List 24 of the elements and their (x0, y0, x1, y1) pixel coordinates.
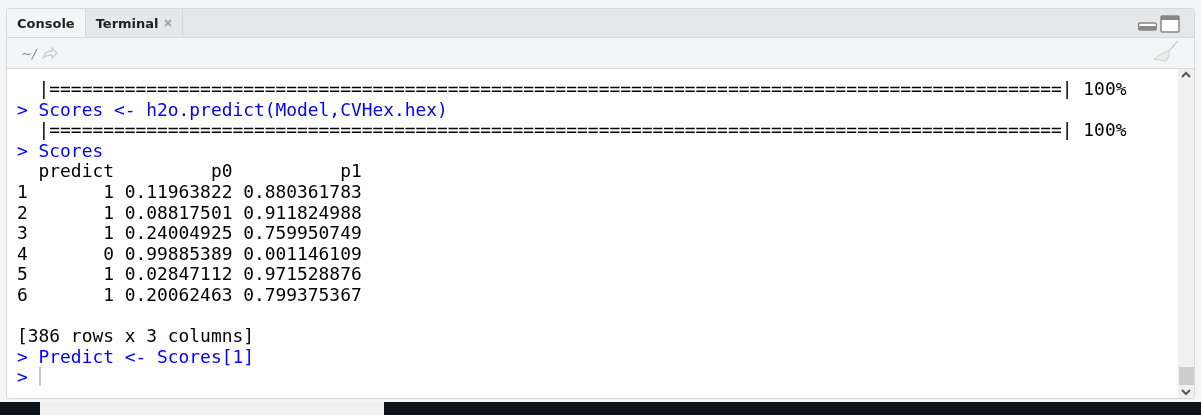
output-text: 1 1 0.11963822 0.880361783 (17, 182, 362, 203)
output-text: |==============================================================================================| 100% (37, 79, 1127, 100)
close-icon[interactable] (163, 19, 172, 27)
output-text: |==============================================================================================| 100% (37, 120, 1127, 141)
tab[interactable]: Console (7, 9, 86, 37)
command-text: > Predict <- Scores[1] (17, 346, 254, 368)
forward-arrow-icon[interactable] (42, 47, 59, 59)
command-text: > Scores (17, 140, 104, 162)
output-text: 2 1 0.08817501 0.911824988 (17, 202, 362, 224)
output-text: 4 0 0.99885389 0.001146109 (17, 243, 362, 265)
maximize-icon[interactable] (1160, 15, 1180, 33)
output-text: 6 1 0.20062463 0.799375367 (17, 285, 362, 306)
scroll-up-icon[interactable] (1181, 71, 1191, 78)
text-cursor[interactable] (38, 367, 41, 387)
minimize-icon[interactable] (1138, 21, 1157, 31)
console-prompt: > (17, 367, 28, 388)
scrollbar[interactable] (1178, 69, 1194, 398)
output-text: predict p0 p1 (37, 161, 362, 183)
command-text: > Scores <- h2o.predict(Model,CVHex.hex) (17, 99, 448, 121)
output-text: [386 rows x 3 columns] (17, 326, 254, 347)
output-text: 3 1 0.24004925 0.759950749 (17, 223, 362, 244)
scroll-down-icon[interactable] (1181, 389, 1191, 396)
scroll-thumb[interactable] (1178, 367, 1194, 385)
output-text: 5 1 0.02847112 0.971528876 (17, 264, 362, 286)
